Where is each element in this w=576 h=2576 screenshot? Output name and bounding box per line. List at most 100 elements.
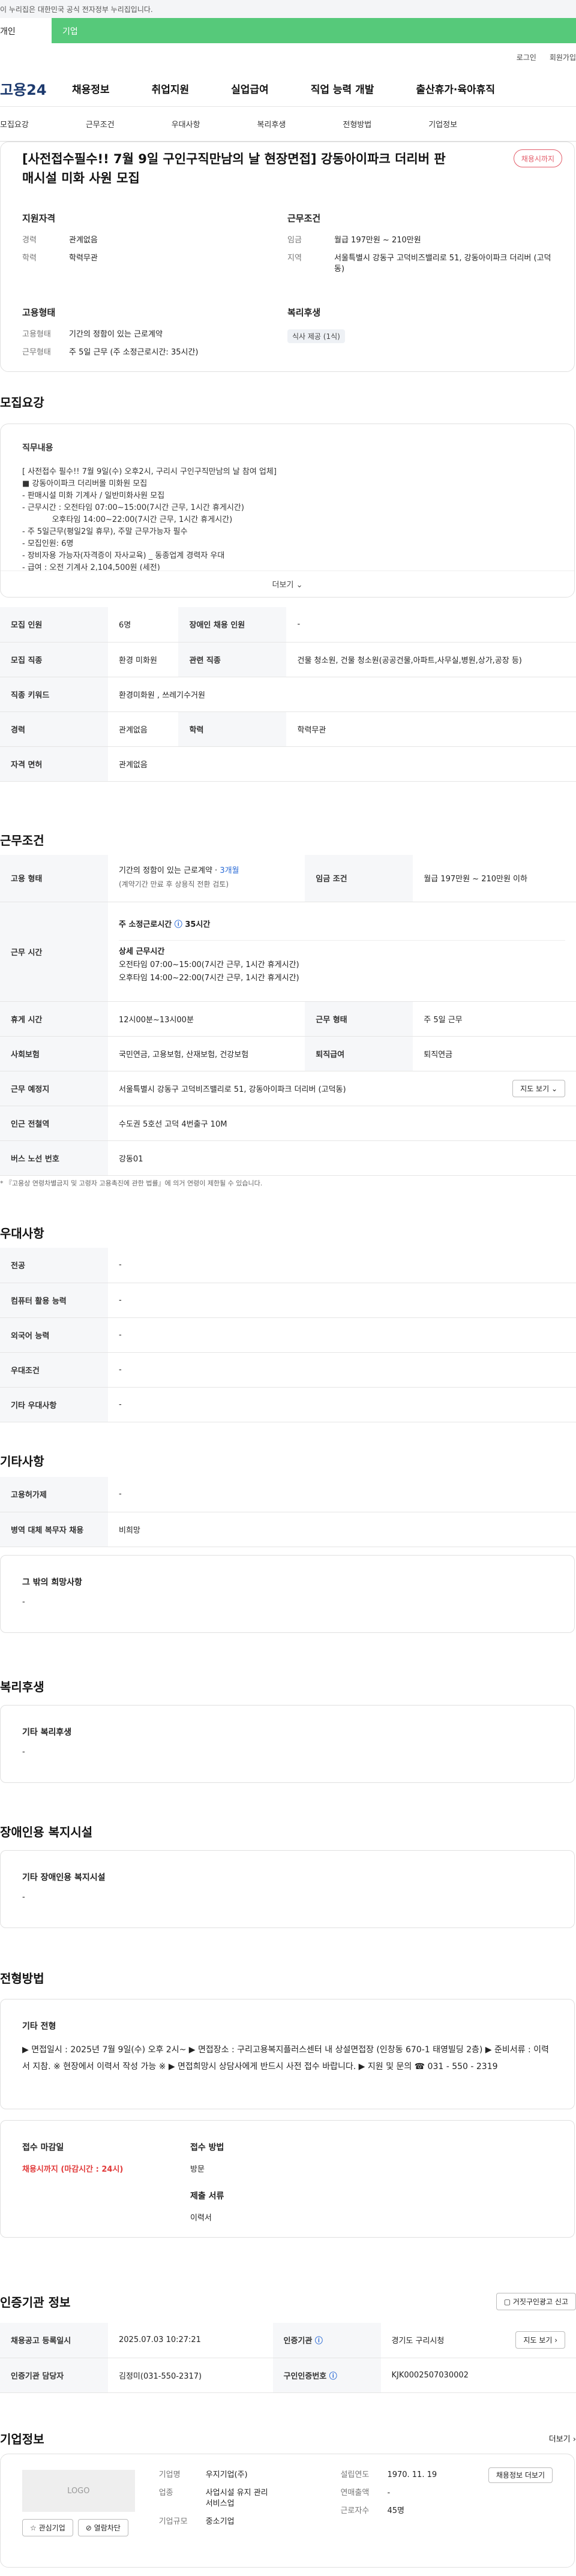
company-more-link[interactable]: 더보기 › — [549, 2433, 576, 2444]
chevron-down-icon: ⌄ — [296, 581, 303, 590]
value: - — [108, 1387, 576, 1422]
map-button[interactable]: 지도 보기 › — [515, 2331, 565, 2349]
value: 국민연금, 고용보험, 산재보험, 건강보험 — [108, 1036, 305, 1071]
value: - — [286, 607, 576, 643]
label: 고용허가제 — [0, 1477, 108, 1512]
value: 기간의 정함이 있는 근로계약 — [69, 330, 163, 339]
label: 경력 — [0, 711, 108, 747]
company-heading: 기업정보 — [0, 2432, 44, 2446]
map-button[interactable]: 지도 보기 ⌄ — [512, 1079, 565, 1097]
value: 건물 청소원, 건물 청소원(공공건물,아파트,사무실,병원,상가,공장 등) — [286, 642, 576, 677]
value: 월급 197만원 ~ 210만원 — [334, 236, 421, 245]
job-desc-line: [ 사전접수 필수!! 7월 9일(수) 오후2시, 구리시 구인구직만남의 날… — [22, 467, 277, 476]
value: 기간의 정함이 있는 근로계약 · — [119, 866, 220, 876]
util-menu: 로그인 회원가입 — [0, 43, 576, 71]
block-button[interactable]: ⊘ 열람차단 — [77, 2519, 128, 2536]
label: 기업명 — [158, 2470, 181, 2479]
user-type-switch: 개인 기업 — [0, 18, 576, 43]
recruit-heading: 모집요강 — [0, 395, 44, 410]
gnb-item[interactable]: 채용정보 — [72, 81, 110, 96]
job-desc-card: 직무내용 [ 사전접수 필수!! 7월 9일(수) 오후2시, 구리시 구인구직… — [0, 424, 575, 598]
job-desc-line: ■ 강동아이파크 더리버몰 미화원 모집 — [22, 479, 148, 488]
job-desc-line: - 판매시설 미화 기계사 / 일반미화사원 모집 — [22, 491, 165, 500]
report-button[interactable]: ▢ 거짓구인광고 신고 — [496, 2293, 576, 2310]
label: 우대조건 — [0, 1352, 108, 1388]
value: 환경 미화원 — [108, 642, 179, 677]
tab-work[interactable]: 근무조건 — [86, 118, 115, 130]
tab-company[interactable]: 기업 — [52, 18, 576, 43]
tab-company[interactable]: 기업정보 — [428, 118, 457, 130]
job-desc-heading: 직무내용 — [22, 443, 53, 453]
recruit-table: 모집 인원 6명 장애인 채용 인원 - 모집 직종 환경 미화원 관련 직종 건물 청소원,… — [0, 607, 576, 782]
label: 임금 조건 — [305, 855, 413, 902]
box-heading: 접수 방법 — [190, 2143, 224, 2152]
value: 오전타임 07:00~15:00(7시간 근무, 1시간 휴게시간) — [119, 960, 299, 969]
label: 학력 — [22, 254, 37, 263]
agency-table: 채용공고 등록일시 2025.07.03 10:27:21 인증기관 ⓘ 경기도 구리… — [0, 2323, 576, 2393]
label: 경력 — [22, 236, 37, 245]
global-nav: 고용24 채용정보 취업지원 실업급여 직업 능력 개발 출산휴가·육아휴직 — [0, 71, 576, 107]
job-desc-line: - 장비자용 가능자(자격증이 자사교육) _ 동종업계 경력자 우대 — [22, 551, 225, 560]
label: 외국어 능력 — [0, 1317, 108, 1353]
tab-selection[interactable]: 전형방법 — [343, 118, 371, 130]
job-desc-line: - 모집인원: 6명 — [22, 539, 74, 548]
tab-welfare[interactable]: 복리후생 — [257, 118, 286, 130]
value: 3개월 — [220, 866, 239, 876]
tab-individual[interactable]: 개인 — [0, 18, 52, 43]
label: 기타 우대사항 — [0, 1387, 108, 1422]
label: 고용형태 — [22, 330, 51, 339]
label: 자격 면허 — [0, 746, 108, 782]
gov-banner: 이 누리집은 대한민국 공식 전자정부 누리집입니다. — [0, 0, 576, 18]
value: 주 5일 근무 — [413, 1001, 576, 1037]
box-value: 이력서 — [190, 2214, 212, 2223]
more-button[interactable]: 더보기 ⌄ — [1, 571, 574, 597]
login-link[interactable]: 로그인 — [517, 52, 536, 62]
gnb-item[interactable]: 직업 능력 개발 — [311, 81, 374, 96]
info-icon[interactable]: ⓘ — [175, 920, 182, 929]
site-logo[interactable]: 고용24 — [0, 78, 72, 99]
box-value: ▶ 면접일시 : 2025년 7월 9일(수) 오후 2시~ ▶ 면접장소 : … — [22, 2045, 549, 2071]
info-icon[interactable]: ⓘ — [315, 2337, 323, 2346]
favorite-button[interactable]: ☆ 관심기업 — [22, 2519, 73, 2536]
gnb-item[interactable]: 취업지원 — [152, 81, 190, 96]
company-logo: LOGO — [22, 2470, 135, 2512]
value: 김정미(031-550-2317) — [108, 2358, 273, 2393]
value: 사업시설 유지 관리 서비스업 — [205, 2488, 268, 2508]
value: 2025.07.03 10:27:21 — [108, 2323, 273, 2358]
box-value: 방문 — [190, 2165, 205, 2174]
job-desc-line: - 주 5일근무(평일2일 휴무), 주말 근무가능자 필수 — [22, 527, 188, 536]
etc-heading: 기타사항 — [0, 1454, 44, 1469]
signup-link[interactable]: 회원가입 — [550, 52, 576, 62]
etc-box: 그 밖의 희망사항 - — [0, 1555, 575, 1633]
label: 근무형태 — [22, 348, 51, 357]
box-heading: 그 밖의 희망사항 — [22, 1578, 82, 1587]
company-jobs-button[interactable]: 채용정보 더보기 — [488, 2467, 553, 2483]
value: - — [387, 2488, 391, 2497]
tab-recruit[interactable]: 모집요강 — [0, 118, 29, 130]
pref-heading: 우대사항 — [0, 1226, 44, 1241]
deadline-badge: 채용시까지 — [513, 149, 562, 167]
value: 관계없음 — [108, 746, 576, 782]
info-icon[interactable]: ⓘ — [329, 2372, 337, 2381]
box-heading: 접수 마감일 — [22, 2143, 64, 2152]
label: 업종 — [158, 2488, 173, 2497]
type-heading: 고용형태 — [22, 307, 56, 318]
value: - — [108, 1352, 576, 1388]
label: 퇴직급여 — [305, 1036, 413, 1071]
value: 비희망 — [108, 1512, 576, 1547]
work-table: 고용 형태 기간의 정함이 있는 근로계약 · 3개월 (계약기간 만료 후 상용… — [0, 855, 576, 1176]
tab-pref[interactable]: 우대사항 — [172, 118, 200, 130]
agency-header: 인증기관 정보 ▢ 거짓구인광고 신고 — [0, 2293, 576, 2310]
box-value: - — [22, 1748, 25, 1757]
box-value: - — [22, 1598, 25, 1607]
company-card: LOGO ☆ 관심기업 ⊘ 열람차단 기업명 우지기업(주) 업종 사업시설 유지 … — [0, 2454, 575, 2568]
label: 근무 예정지 — [0, 1071, 108, 1106]
apply-heading: 지원자격 — [22, 213, 56, 224]
label: 근무 형태 — [305, 1001, 413, 1037]
gnb-item[interactable]: 실업급여 — [231, 81, 269, 96]
box-heading: 기타 전형 — [22, 2022, 56, 2031]
gnb-item[interactable]: 출산휴가·육아휴직 — [416, 81, 495, 96]
value: 35시간 — [185, 920, 211, 929]
value: 상세 근무시간 — [119, 947, 165, 956]
value: - — [108, 1317, 576, 1353]
